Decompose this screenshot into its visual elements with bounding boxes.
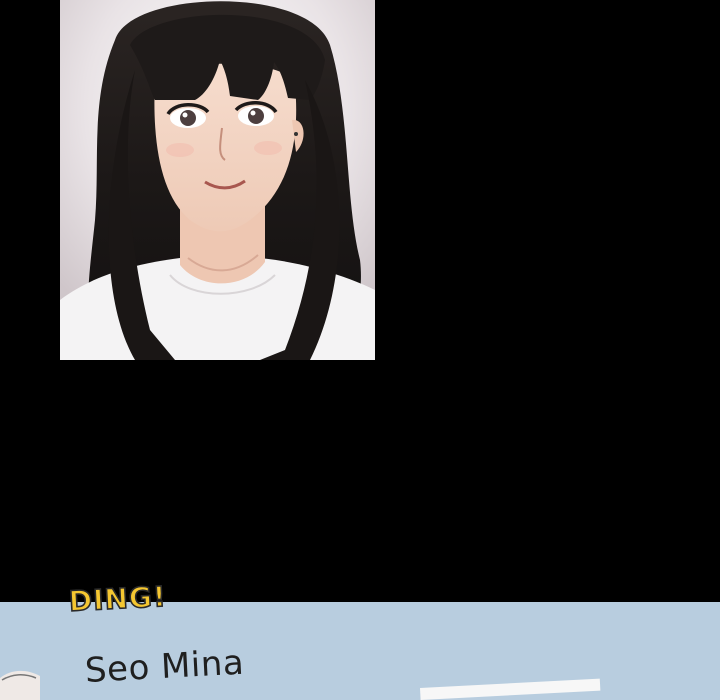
ding-sound-effect: DING!	[67, 579, 168, 619]
woman-portrait-illustration	[60, 0, 375, 360]
caller-name: Seo Mina	[84, 642, 246, 691]
portrait-panel	[60, 0, 375, 360]
hand-edge-icon	[0, 670, 40, 700]
comic-page: DING! Seo Mina	[0, 0, 720, 700]
